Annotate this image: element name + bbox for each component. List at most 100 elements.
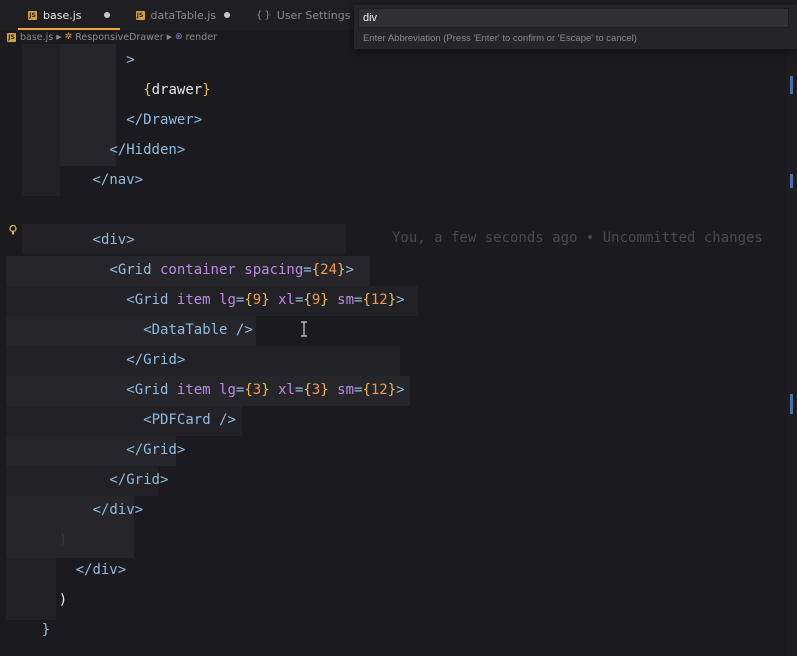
- code-token: 9: [311, 292, 321, 308]
- code-line[interactable]: </Drawer>: [126, 105, 202, 135]
- code-line[interactable]: </Grid>: [126, 435, 185, 465]
- chevron-right-icon: ▶: [166, 33, 173, 41]
- code-token: </: [109, 472, 127, 488]
- code-token: container: [159, 262, 236, 278]
- indent-shading: [60, 44, 116, 166]
- code-token: item: [176, 292, 211, 308]
- code-token: {: [303, 292, 312, 308]
- code-token: 24: [320, 262, 338, 278]
- code-token: drawer: [151, 82, 203, 98]
- code-token: Grid: [143, 442, 177, 458]
- code-token: 12: [370, 382, 388, 398]
- tab-datatable-js[interactable]: JS dataTable.js: [120, 0, 241, 30]
- code-line[interactable]: ): [59, 525, 67, 555]
- code-line[interactable]: </Grid>: [109, 465, 168, 495]
- abbreviation-input[interactable]: [358, 8, 789, 28]
- code-token: item: [176, 382, 211, 398]
- code-token: />: [235, 322, 253, 338]
- code-token: {: [143, 82, 152, 98]
- code-line[interactable]: <Grid item lg={9} xl={9} sm={12}>: [126, 285, 404, 315]
- code-token: div: [92, 562, 118, 578]
- code-editor[interactable]: > {drawer} </Drawer> </Hidden> </nav> <div> <G…: [0, 44, 797, 656]
- unsaved-dot-icon[interactable]: [224, 12, 231, 18]
- code-token: Hidden: [126, 142, 177, 158]
- code-token: >: [134, 502, 144, 518]
- code-token: ): [58, 592, 68, 608]
- code-line[interactable]: }: [42, 615, 50, 645]
- code-token: {: [244, 382, 253, 398]
- code-token: 3: [311, 382, 321, 398]
- code-token: >: [176, 442, 186, 458]
- code-token: xl: [278, 382, 295, 398]
- code-token: Drawer: [143, 112, 194, 128]
- code-token: >: [176, 352, 186, 368]
- code-token: </: [92, 502, 110, 518]
- breadcrumb-method[interactable]: render: [186, 32, 217, 43]
- code-token: {: [311, 262, 321, 278]
- git-blame-annotation: You, a few seconds ago • Uncommitted cha…: [392, 230, 763, 246]
- tab-base-js[interactable]: JS base.js: [0, 0, 120, 30]
- code-token: }: [320, 382, 329, 398]
- code-line[interactable]: <div>: [93, 225, 135, 255]
- tab-label: User Settings: [276, 8, 351, 22]
- breadcrumb-component[interactable]: ResponsiveDrawer: [75, 32, 163, 43]
- lightbulb-icon[interactable]: [9, 225, 17, 235]
- indent-shading: [22, 224, 346, 254]
- code-token: >: [126, 232, 135, 248]
- code-token: Grid: [143, 352, 177, 368]
- code-token: div: [109, 502, 135, 518]
- code-token: {: [362, 382, 371, 398]
- code-line[interactable]: </nav>: [93, 165, 144, 195]
- code-token: Grid: [117, 262, 152, 278]
- code-line[interactable]: <Grid container spacing={24}>: [109, 255, 354, 285]
- method-icon: ⊛: [175, 32, 183, 42]
- code-token: >: [345, 262, 354, 278]
- code-token: spacing: [244, 262, 304, 278]
- code-token: =: [303, 262, 312, 278]
- code-token: }: [261, 382, 270, 398]
- overview-ruler[interactable]: [786, 44, 797, 656]
- code-line[interactable]: {drawer}: [143, 75, 210, 105]
- code-token: </: [126, 442, 144, 458]
- code-token: >: [126, 52, 135, 68]
- code-line[interactable]: <Grid item lg={3} xl={3} sm={12}>: [126, 375, 404, 405]
- unsaved-dot-icon[interactable]: [103, 12, 110, 18]
- code-line[interactable]: <DataTable />: [143, 315, 253, 345]
- code-token: lg: [219, 292, 236, 308]
- code-token: PDFCard: [151, 412, 211, 428]
- code-token: <: [126, 292, 135, 308]
- code-token: </: [92, 172, 110, 188]
- breadcrumb-file[interactable]: base.js: [20, 32, 53, 43]
- code-line[interactable]: >: [126, 45, 134, 75]
- code-token: DataTable: [151, 322, 228, 338]
- js-file-icon: JS: [135, 10, 145, 20]
- code-token: }: [41, 622, 51, 638]
- code-token: 3: [252, 382, 262, 398]
- code-token: >: [159, 472, 169, 488]
- code-token: ): [58, 532, 68, 548]
- tab-user-settings[interactable]: { } User Settings: [240, 0, 360, 30]
- code-token: }: [387, 292, 397, 308]
- code-line[interactable]: ): [59, 585, 67, 615]
- component-icon: ✲: [64, 32, 73, 42]
- breadcrumb: JS base.js ▶ ✲ ResponsiveDrawer ▶ ⊛ rend…: [0, 30, 217, 44]
- code-line[interactable]: <PDFCard />: [143, 405, 236, 435]
- code-token: }: [202, 82, 211, 98]
- js-file-icon: JS: [7, 32, 16, 42]
- code-line[interactable]: </Hidden>: [109, 135, 185, 165]
- indent-shading: [6, 558, 56, 620]
- code-token: div: [100, 232, 127, 248]
- ruler-mark: [790, 76, 793, 94]
- code-line[interactable]: </div>: [76, 555, 127, 585]
- code-line[interactable]: </Grid>: [126, 345, 185, 375]
- code-line[interactable]: </div>: [93, 495, 144, 525]
